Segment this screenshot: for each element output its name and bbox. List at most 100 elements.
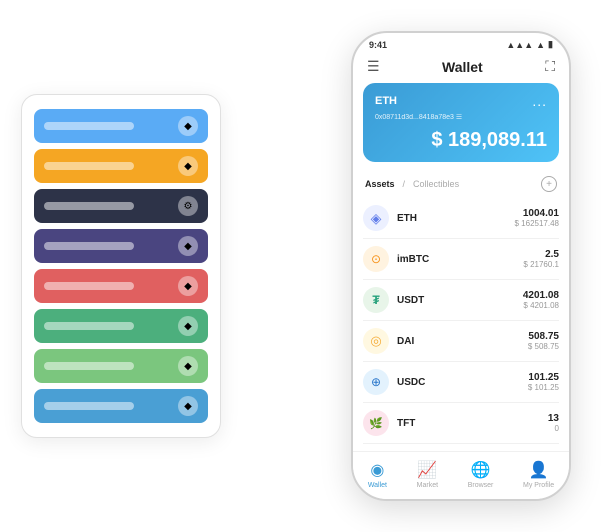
asset-row-eth[interactable]: ◈ ETH 1004.01 $ 162517.48 — [363, 198, 559, 239]
tab-slash: / — [403, 179, 406, 189]
wallet-nav-icon: ◉ — [370, 460, 384, 480]
status-icons: ▲▲▲ ▲ ▮ — [506, 39, 553, 50]
eth-asset-icon: ◈ — [363, 205, 389, 231]
profile-nav-label: My Profile — [523, 482, 554, 489]
asset-row-usdc[interactable]: ⊕ USDC 101.25 $ 101.25 — [363, 362, 559, 403]
expand-icon[interactable]: ⛶ — [545, 58, 555, 75]
asset-row-tft[interactable]: 🌿 TFT 13 0 — [363, 403, 559, 444]
status-time: 9:41 — [369, 40, 387, 50]
imbtc-asset-icon: ⊙ — [363, 246, 389, 272]
usdc-usd: $ 101.25 — [528, 383, 559, 392]
card-item-5[interactable]: ◆ — [34, 269, 208, 303]
market-nav-icon: 📈 — [417, 460, 437, 480]
eth-usd: $ 162517.48 — [515, 219, 560, 228]
page-title: Wallet — [442, 59, 483, 75]
market-nav-label: Market — [417, 482, 438, 489]
dai-asset-value: 508.75 $ 508.75 — [528, 331, 559, 351]
card-icon-4: ◆ — [178, 236, 198, 256]
eth-label: ETH — [375, 95, 397, 107]
card-text-8 — [44, 402, 134, 410]
assets-header: Assets / Collectibles + — [353, 172, 569, 198]
usdc-asset-icon: ⊕ — [363, 369, 389, 395]
usdt-usd: $ 4201.08 — [523, 301, 559, 310]
card-icon-1: ◆ — [178, 116, 198, 136]
imbtc-asset-value: 2.5 $ 21760.1 — [523, 249, 559, 269]
card-item-6[interactable]: ◆ — [34, 309, 208, 343]
profile-nav-icon: 👤 — [529, 460, 549, 480]
usdc-asset-name: USDC — [397, 377, 425, 388]
card-text-6 — [44, 322, 134, 330]
card-text-2 — [44, 162, 134, 170]
card-icon-6: ◆ — [178, 316, 198, 336]
card-icon-2: ◆ — [178, 156, 198, 176]
card-text-7 — [44, 362, 134, 370]
eth-card[interactable]: ETH ... 0x08711d3d...8418a78e3 ☰ $ 189,0… — [363, 83, 559, 162]
wifi-icon: ▲ — [536, 40, 545, 50]
battery-icon: ▮ — [548, 39, 553, 50]
usdt-asset-value: 4201.08 $ 4201.08 — [523, 290, 559, 310]
hamburger-icon[interactable]: ☰ — [367, 58, 380, 75]
browser-nav-icon: 🌐 — [471, 460, 491, 480]
tft-asset-value: 13 0 — [548, 413, 559, 433]
asset-left-eth: ◈ ETH — [363, 205, 417, 231]
usdt-asset-name: USDT — [397, 295, 424, 306]
card-item-2[interactable]: ◆ — [34, 149, 208, 183]
card-item-4[interactable]: ◆ — [34, 229, 208, 263]
card-item-1[interactable]: ◆ — [34, 109, 208, 143]
nav-browser[interactable]: 🌐 Browser — [468, 460, 494, 489]
tab-assets[interactable]: Assets — [365, 179, 395, 189]
tft-usd: 0 — [548, 424, 559, 433]
asset-left-dai: ◎ DAI — [363, 328, 414, 354]
imbtc-usd: $ 21760.1 — [523, 260, 559, 269]
add-asset-button[interactable]: + — [541, 176, 557, 192]
usdt-asset-icon: ₮ — [363, 287, 389, 313]
asset-left-usdc: ⊕ USDC — [363, 369, 425, 395]
assets-tabs: Assets / Collectibles — [365, 179, 459, 189]
card-item-7[interactable]: ◆ — [34, 349, 208, 383]
eth-card-header: ETH ... — [375, 93, 547, 109]
eth-menu-dots[interactable]: ... — [532, 93, 547, 109]
tft-asset-name: TFT — [397, 418, 415, 429]
card-item-3[interactable]: ⚙ — [34, 189, 208, 223]
eth-asset-name: ETH — [397, 213, 417, 224]
phone-mockup: 9:41 ▲▲▲ ▲ ▮ ☰ Wallet ⛶ ETH ... 0x08711d… — [351, 31, 571, 501]
asset-row-imbtc[interactable]: ⊙ imBTC 2.5 $ 21760.1 — [363, 239, 559, 280]
card-icon-3: ⚙ — [178, 196, 198, 216]
asset-list: ◈ ETH 1004.01 $ 162517.48 ⊙ imBTC 2.5 $ … — [353, 198, 569, 451]
eth-amount: 1004.01 — [515, 208, 560, 219]
browser-nav-label: Browser — [468, 482, 494, 489]
card-icon-5: ◆ — [178, 276, 198, 296]
usdc-asset-value: 101.25 $ 101.25 — [528, 372, 559, 392]
wallet-nav-label: Wallet — [368, 482, 387, 489]
card-item-8[interactable]: ◆ — [34, 389, 208, 423]
asset-row-usdt[interactable]: ₮ USDT 4201.08 $ 4201.08 — [363, 280, 559, 321]
nav-profile[interactable]: 👤 My Profile — [523, 460, 554, 489]
card-text-1 — [44, 122, 134, 130]
card-text-3 — [44, 202, 134, 210]
tft-asset-icon: 🌿 — [363, 410, 389, 436]
card-text-4 — [44, 242, 134, 250]
card-icon-8: ◆ — [178, 396, 198, 416]
nav-wallet[interactable]: ◉ Wallet — [368, 460, 387, 489]
imbtc-asset-name: imBTC — [397, 254, 429, 265]
tab-collectibles[interactable]: Collectibles — [413, 179, 459, 189]
dai-usd: $ 508.75 — [528, 342, 559, 351]
eth-balance: $ 189,089.11 — [375, 129, 547, 152]
nav-market[interactable]: 📈 Market — [417, 460, 438, 489]
asset-left-usdt: ₮ USDT — [363, 287, 424, 313]
card-stack: ◆ ◆ ⚙ ◆ ◆ ◆ ◆ ◆ — [21, 94, 221, 438]
asset-left-imbtc: ⊙ imBTC — [363, 246, 429, 272]
phone-header: ☰ Wallet ⛶ — [353, 54, 569, 83]
imbtc-amount: 2.5 — [523, 249, 559, 260]
scene: ◆ ◆ ⚙ ◆ ◆ ◆ ◆ ◆ — [21, 16, 581, 516]
signal-icon: ▲▲▲ — [506, 40, 533, 50]
usdt-amount: 4201.08 — [523, 290, 559, 301]
card-text-5 — [44, 282, 134, 290]
status-bar: 9:41 ▲▲▲ ▲ ▮ — [353, 33, 569, 54]
dai-asset-name: DAI — [397, 336, 414, 347]
asset-row-dai[interactable]: ◎ DAI 508.75 $ 508.75 — [363, 321, 559, 362]
dai-asset-icon: ◎ — [363, 328, 389, 354]
dai-amount: 508.75 — [528, 331, 559, 342]
usdc-amount: 101.25 — [528, 372, 559, 383]
eth-asset-value: 1004.01 $ 162517.48 — [515, 208, 560, 228]
